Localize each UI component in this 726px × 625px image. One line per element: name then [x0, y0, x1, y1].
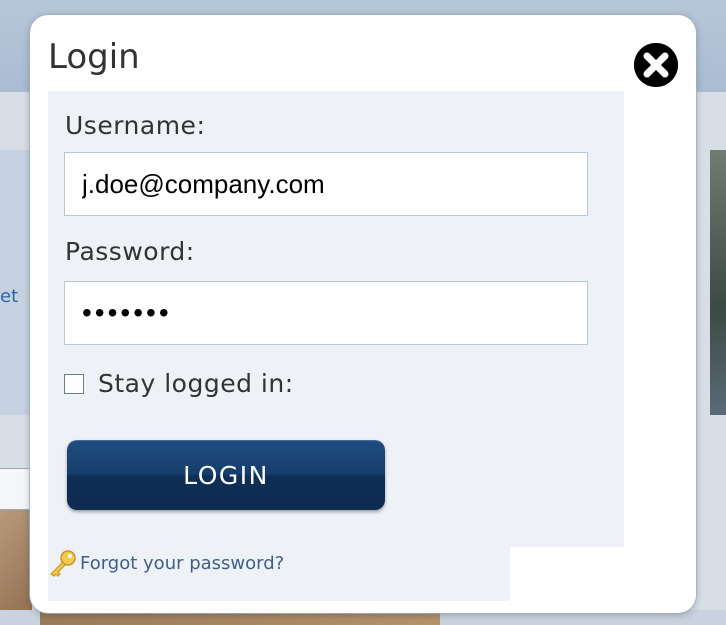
background-photo [0, 510, 32, 625]
password-input[interactable] [64, 281, 588, 345]
panel-notch [510, 547, 640, 607]
stay-logged-in-label: Stay logged in: [98, 369, 294, 398]
username-input[interactable] [64, 152, 588, 216]
modal-title: Login [48, 37, 140, 77]
login-button[interactable]: LOGIN [67, 440, 385, 510]
login-modal: Login Username: Password: Stay logged in… [30, 15, 696, 613]
background-photo-right [710, 150, 726, 415]
key-icon [50, 550, 76, 577]
stay-logged-in-checkbox[interactable] [64, 373, 84, 394]
background-left-panel [0, 150, 32, 415]
background-left-text: et [0, 286, 19, 307]
close-button[interactable] [634, 43, 678, 87]
forgot-password-row[interactable]: Forgot your password? [46, 549, 284, 577]
username-label: Username: [65, 111, 206, 140]
password-label: Password: [65, 237, 195, 266]
login-form: Username: Password: Stay logged in: LOGI… [48, 91, 624, 601]
background-left-strip [0, 468, 32, 510]
close-icon [634, 43, 678, 87]
forgot-password-link[interactable]: Forgot your password? [80, 553, 284, 574]
stay-logged-in-option[interactable]: Stay logged in: [64, 369, 294, 398]
